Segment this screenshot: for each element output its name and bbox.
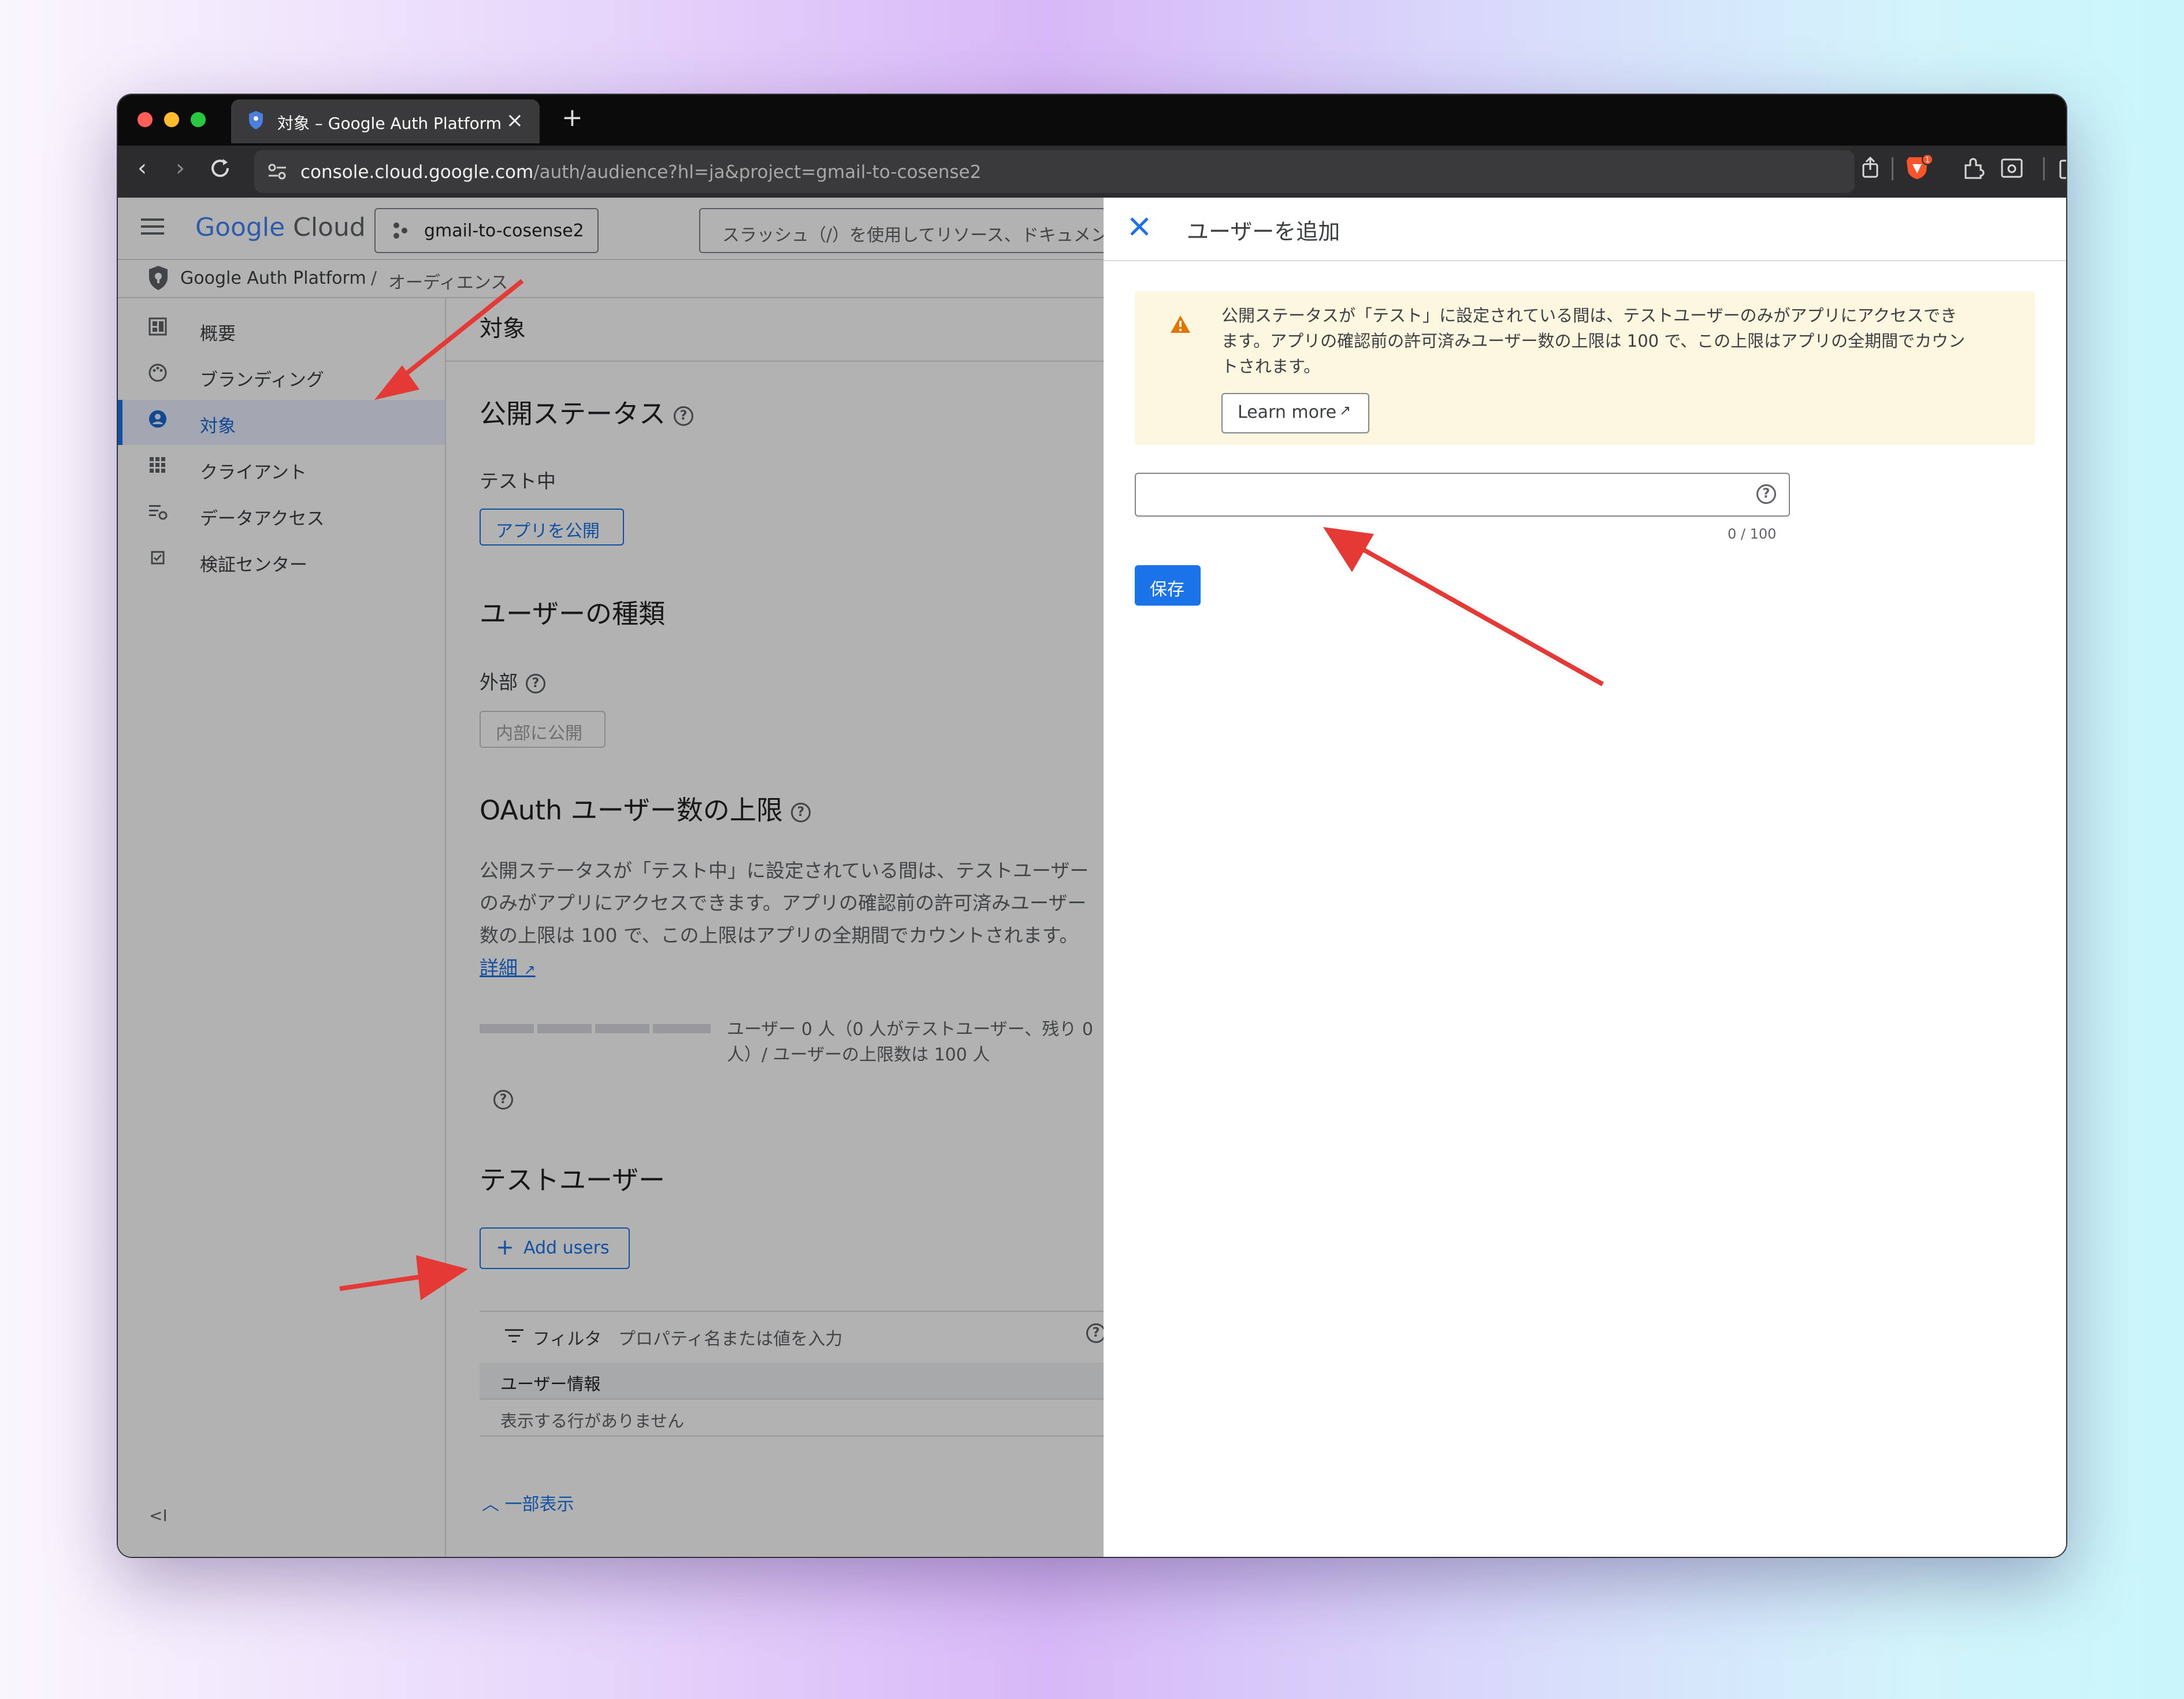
annotation-arrow-input <box>1323 527 1604 687</box>
toolbar-divider <box>1892 157 1893 180</box>
url-text: console.cloud.google.com/auth/audience?h… <box>300 162 982 183</box>
forward-icon[interactable]: › <box>176 155 185 181</box>
zoom-window-button[interactable] <box>191 112 206 127</box>
console-page: Google Cloud gmail-to-cosense2 スラッシュ（/）を… <box>118 198 1104 1557</box>
browser-tab[interactable]: 対象 – Google Auth Platform – Google Cloud… <box>231 99 540 143</box>
shield-icon <box>247 110 265 135</box>
extensions-icon[interactable] <box>1962 157 1985 186</box>
brave-shield-icon[interactable]: 1 <box>1906 154 1933 188</box>
new-tab-icon[interactable]: + <box>562 103 583 132</box>
back-icon[interactable]: ‹ <box>138 155 147 181</box>
page-content: Google Cloud gmail-to-cosense2 スラッシュ（/）を… <box>118 198 2066 1557</box>
tab-bar: 対象 – Google Auth Platform – Google Cloud… <box>118 95 2066 146</box>
toolbar-divider <box>2043 157 2045 180</box>
tab-close-icon[interactable]: × <box>506 109 523 132</box>
reader-icon[interactable] <box>2000 157 2023 185</box>
close-window-button[interactable] <box>138 112 153 127</box>
annotation-arrows <box>339 279 524 1300</box>
browser-window: 対象 – Google Auth Platform – Google Cloud… <box>118 95 2066 1557</box>
site-settings-icon[interactable] <box>267 162 288 184</box>
sidebar-toggle-icon[interactable] <box>2059 158 2066 185</box>
share-icon[interactable] <box>1860 156 1880 185</box>
add-users-panel: ユーザーを追加 公開ステータスが「テスト」に設定されている間は、テストユーザーの… <box>1104 198 2066 1557</box>
address-bar[interactable]: console.cloud.google.com/auth/audience?h… <box>254 150 1855 193</box>
svg-text:1: 1 <box>1925 156 1930 165</box>
tab-title: 対象 – Google Auth Platform – Google Cloud <box>277 114 503 133</box>
reload-icon[interactable] <box>208 156 232 186</box>
arrow-head <box>416 1255 468 1300</box>
browser-toolbar: ‹ › console.cloud.google.com/auth/audien… <box>118 146 2066 198</box>
minimize-window-button[interactable] <box>164 112 179 127</box>
